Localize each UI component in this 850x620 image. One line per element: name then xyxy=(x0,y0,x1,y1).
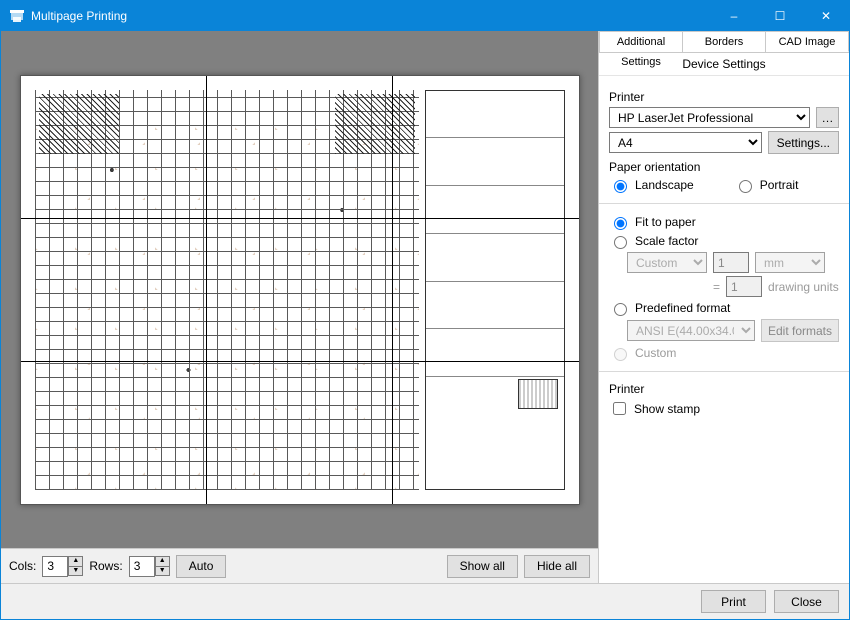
scale-factor-radio[interactable]: Scale factor xyxy=(609,233,698,249)
maximize-button[interactable]: ☐ xyxy=(757,1,803,31)
cols-down-icon[interactable]: ▼ xyxy=(68,566,83,576)
minimize-button[interactable]: – xyxy=(711,1,757,31)
rows-down-icon[interactable]: ▼ xyxy=(155,566,170,576)
rows-input[interactable] xyxy=(129,556,155,577)
close-dialog-button[interactable]: Close xyxy=(774,590,839,613)
printer-browse-button[interactable]: … xyxy=(816,107,839,128)
tabs: Additional Settings Borders CAD Image xyxy=(599,31,849,53)
cols-label: Cols: xyxy=(9,559,36,573)
printer-select[interactable]: HP LaserJet Professional xyxy=(609,107,810,128)
tab-additional-settings[interactable]: Additional Settings xyxy=(599,31,683,52)
predefined-format-radio[interactable]: Predefined format xyxy=(609,300,730,316)
preview-footer: Cols: ▲▼ Rows: ▲▼ Auto Show all Hide all xyxy=(1,548,598,583)
paper-size-select[interactable]: A4 xyxy=(609,132,762,153)
equals-label: = xyxy=(713,280,720,294)
scale-mode-select: Custom xyxy=(627,252,707,273)
close-button[interactable]: ✕ xyxy=(803,1,849,31)
window-title: Multipage Printing xyxy=(31,9,711,23)
app-icon xyxy=(9,8,25,24)
scale-units-select: mm xyxy=(755,252,825,273)
settings-pane: Additional Settings Borders CAD Image De… xyxy=(599,31,849,583)
rows-label: Rows: xyxy=(89,559,122,573)
cols-stepper[interactable]: ▲▼ xyxy=(42,556,83,577)
preview-pane: Cols: ▲▼ Rows: ▲▼ Auto Show all Hide all xyxy=(1,31,599,583)
orientation-portrait-radio[interactable]: Portrait xyxy=(734,177,799,193)
orientation-section-label: Paper orientation xyxy=(609,160,839,174)
device-settings-heading: Device Settings xyxy=(599,53,849,76)
print-button[interactable]: Print xyxy=(701,590,766,613)
hide-all-button[interactable]: Hide all xyxy=(524,555,590,578)
printer-section-label: Printer xyxy=(609,90,839,104)
tab-borders[interactable]: Borders xyxy=(683,31,766,52)
cols-input[interactable] xyxy=(42,556,68,577)
drawing-units-label: drawing units xyxy=(768,280,839,294)
predefined-format-select: ANSI E(44.00x34.00 Inches) xyxy=(627,320,755,341)
preview-page xyxy=(20,75,580,505)
printer-settings-button[interactable]: Settings... xyxy=(768,131,839,154)
edit-formats-button: Edit formats xyxy=(761,319,839,342)
fit-to-paper-radio[interactable]: Fit to paper xyxy=(609,214,696,230)
titlebar: Multipage Printing – ☐ ✕ xyxy=(1,1,849,31)
drawing-titleblock xyxy=(425,90,565,490)
rows-up-icon[interactable]: ▲ xyxy=(155,556,170,566)
tab-cad-image[interactable]: CAD Image xyxy=(766,31,849,52)
preview-area[interactable] xyxy=(1,31,598,548)
custom-size-radio: Custom xyxy=(609,345,676,361)
scale-value-1-input xyxy=(713,252,749,273)
orientation-landscape-radio[interactable]: Landscape xyxy=(609,177,694,193)
show-all-button[interactable]: Show all xyxy=(447,555,518,578)
stamp-section-label: Printer xyxy=(609,382,839,396)
show-stamp-checkbox[interactable]: Show stamp xyxy=(609,399,700,418)
rows-stepper[interactable]: ▲▼ xyxy=(129,556,170,577)
auto-button[interactable]: Auto xyxy=(176,555,227,578)
cols-up-icon[interactable]: ▲ xyxy=(68,556,83,566)
dialog-footer: Print Close xyxy=(1,583,849,619)
scale-value-2-input xyxy=(726,276,762,297)
